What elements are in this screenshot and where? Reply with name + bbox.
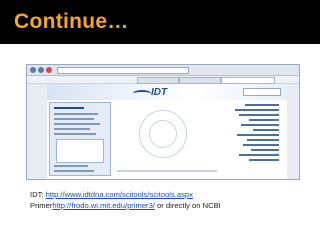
site-search-field [243, 88, 281, 96]
page-footer [117, 170, 217, 172]
tool-link [241, 124, 279, 126]
idt-logo-swoosh [133, 90, 151, 97]
tool-link [249, 159, 279, 161]
caption-label-idt: IDT: [30, 190, 46, 199]
sidebar-link [54, 165, 88, 167]
sidebar-link [54, 133, 96, 135]
idt-logo: IDT [151, 87, 168, 98]
idt-link[interactable]: http://www.idtdna.com/scitools/scitools.… [46, 190, 193, 199]
address-bar [57, 67, 189, 74]
tool-link [239, 114, 279, 116]
tool-link [251, 149, 279, 151]
caption-suffix-ncbi: or directly on NCBI [154, 201, 221, 210]
idt-tool-list [215, 104, 279, 174]
browser-toolbar [27, 65, 299, 76]
tool-link [239, 154, 279, 156]
browser-screenshot: IDT [26, 64, 300, 180]
tool-link [237, 134, 279, 136]
tool-link [243, 144, 279, 146]
sidebar-heading [54, 107, 84, 109]
sidebar-link [54, 123, 100, 125]
caption-line-1: IDT: http://www.idtdna.com/scitools/scit… [30, 190, 300, 199]
browser-tab [179, 77, 221, 84]
browser-tab-active [221, 77, 275, 84]
forward-icon [38, 67, 44, 73]
sidebar-tool-box [56, 139, 104, 163]
sidebar-link [54, 113, 98, 115]
stop-icon [46, 67, 52, 73]
decorative-ring [149, 120, 177, 148]
back-icon [30, 67, 36, 73]
idt-sidebar [49, 102, 111, 176]
slide-title: Continue… [14, 10, 129, 33]
sidebar-link [54, 170, 94, 172]
tool-link [247, 139, 279, 141]
tool-link [235, 109, 279, 111]
tool-link [253, 129, 279, 131]
idt-web-page: IDT [47, 84, 287, 179]
tool-link [245, 104, 279, 106]
tool-link [249, 119, 279, 121]
browser-tab [137, 77, 179, 84]
caption-line-2: Primerhttp://frodo.wi.mit.edu/primer3/ o… [30, 201, 300, 210]
center-graphic [129, 104, 199, 162]
sidebar-link [54, 128, 90, 130]
sidebar-link [54, 118, 94, 120]
primer3-link[interactable]: http://frodo.wi.mit.edu/primer3/ [52, 201, 155, 210]
caption-label-primer: Primer [30, 201, 53, 210]
